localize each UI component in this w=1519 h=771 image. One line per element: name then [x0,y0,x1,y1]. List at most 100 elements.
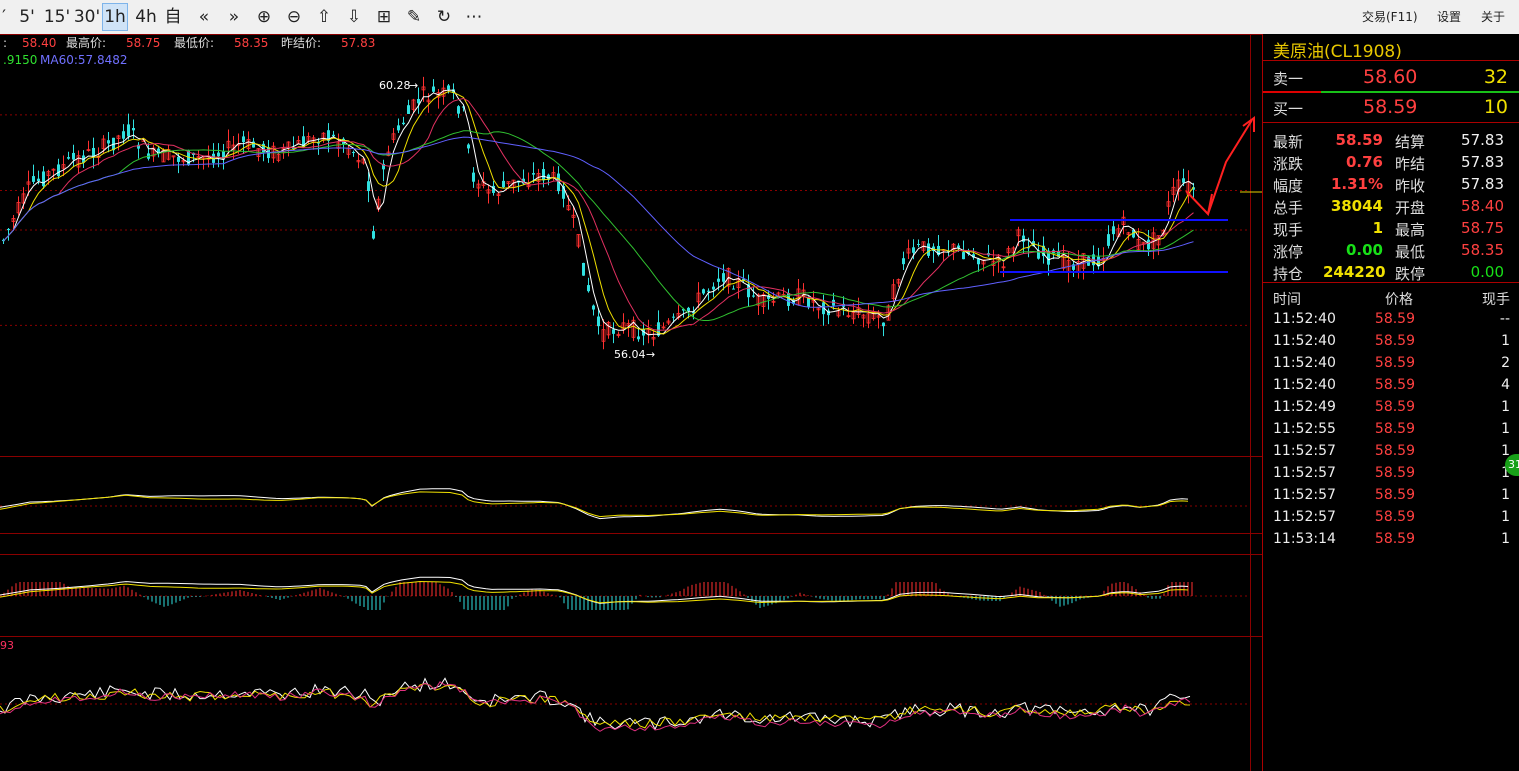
candle-body [917,243,920,245]
ticks-header-price: 价格 [1385,292,1413,308]
high-arrow-icon: → [409,79,418,92]
info-prev-settle-value: 57.83 [341,36,375,50]
custom-period-button[interactable]: 自 [162,4,184,30]
bid-volume: 10 [1483,96,1508,118]
trade-menu[interactable]: 交易(F11) [1362,8,1418,25]
candle-body [637,336,640,340]
stat-label: 开盘 [1395,199,1426,217]
info-open-value: 58.40 [22,36,56,50]
period-1h-button[interactable]: 1h [102,3,128,31]
stat-value: 38044 [1330,197,1383,215]
bid-label: 买一 [1273,100,1304,118]
settings-menu[interactable]: 设置 [1437,8,1461,25]
candle-body [417,98,420,104]
candle-body [177,156,180,162]
period-15m-button[interactable]: 15' [42,4,72,30]
tick-row: 11:52:40 58.59 1 [1263,330,1519,352]
zoom-out-icon[interactable]: ⊖ [282,4,306,30]
tick-time: 11:52:40 [1273,377,1336,393]
stat-value: 1.31% [1330,175,1383,193]
stat-value: 57.83 [1461,131,1504,149]
stat-value: 58.75 [1461,219,1504,237]
divider [1263,122,1519,123]
candle-body [7,228,10,231]
stats-row: 持仓 244220 跌停 0.00 [1263,260,1519,283]
tick-row: 11:52:55 58.59 1 [1263,418,1519,440]
candle-body [432,86,435,92]
candle-body [977,258,980,265]
zoom-in-icon[interactable]: ⊕ [252,4,276,30]
info-prev-settle-label: 昨结价: [281,36,321,50]
macd-dea-line [0,580,1189,604]
candle-body [127,124,130,137]
instrument-title: 美原油(CL1908) [1273,42,1402,62]
ma60-line [3,136,1194,308]
tick-volume: 1 [1501,333,1510,349]
chart-area[interactable]: : 58.40 最高价: 58.75 最低价: 58.35 昨结价: 57.83… [0,34,1262,771]
scroll-right-icon[interactable]: » [222,4,246,30]
ma60-value: MA60:57.8482 [40,53,128,67]
draw-tool-icon[interactable]: ✎ [402,4,426,30]
candle-body [372,231,375,239]
tick-time: 11:52:40 [1273,355,1336,371]
candle-body [467,144,470,149]
candle-body [502,180,505,188]
stat-label: 最新 [1273,133,1304,151]
candle-body [722,273,725,282]
candle-body [717,278,720,282]
tick-row: 11:53:14 58.59 1 [1263,528,1519,550]
stats-row: 最新 58.59 结算 57.83 [1263,128,1519,151]
tick-price: 58.59 [1374,311,1415,327]
kline-chart[interactable]: : 58.40 最高价: 58.75 最低价: 58.35 昨结价: 57.83… [0,34,1262,771]
ma-partial-value: .9150 [3,53,37,67]
candle-body [597,316,600,327]
candle-body [397,125,400,131]
scroll-left-icon[interactable]: « [192,4,216,30]
layout-grid-icon[interactable]: ⊞ [372,4,396,30]
ma10-line [3,90,1194,335]
candle-body [807,298,810,308]
bid-price: 58.59 [1363,96,1418,118]
candle-body [67,157,70,159]
tick-row: 11:52:57 58.59 1 [1263,462,1519,484]
about-menu[interactable]: 关于 [1481,8,1505,25]
candle-body [582,262,585,276]
candle-body [332,134,335,137]
tick-price: 58.59 [1374,487,1415,503]
candle-body [732,288,735,290]
tick-volume: 1 [1501,531,1510,547]
tick-row: 11:52:57 58.59 1 [1263,440,1519,462]
candle-body [42,171,45,187]
ticks-header: 时间 价格 现手 [1263,286,1519,308]
candle-body [612,329,615,334]
tick-price: 58.59 [1374,465,1415,481]
candle-body [57,164,60,177]
info-low-value: 58.35 [234,36,268,50]
stat-value: 58.59 [1335,131,1383,149]
candle-body [962,252,965,260]
high-price-label: 60.28 [379,79,411,92]
stat-value: 58.40 [1461,197,1504,215]
tick-price: 58.59 [1374,531,1415,547]
tick-volume: 1 [1501,509,1510,525]
partial-button[interactable]: ′ [0,4,8,30]
ma30-line [3,130,1194,321]
candle-body [542,169,545,181]
info-high-value: 58.75 [126,36,160,50]
more-icon[interactable]: ⋯ [462,4,486,30]
candle-body [37,178,40,182]
up-arrow-icon[interactable]: ⇧ [312,4,336,30]
period-5m-button[interactable]: 5' [14,4,40,30]
tick-time: 11:52:57 [1273,509,1336,525]
tick-volume: 2 [1501,355,1510,371]
candle-body [402,122,405,125]
candle-body [912,247,915,253]
info-open-label: : [3,36,7,50]
period-4h-button[interactable]: 4h [134,4,158,30]
period-30m-button[interactable]: 30' [72,4,102,30]
ticks-header-time: 时间 [1273,292,1301,308]
refresh-icon[interactable]: ↻ [432,4,456,30]
down-arrow-icon[interactable]: ⇩ [342,4,366,30]
tick-price: 58.59 [1374,355,1415,371]
candle-body [1182,178,1185,183]
